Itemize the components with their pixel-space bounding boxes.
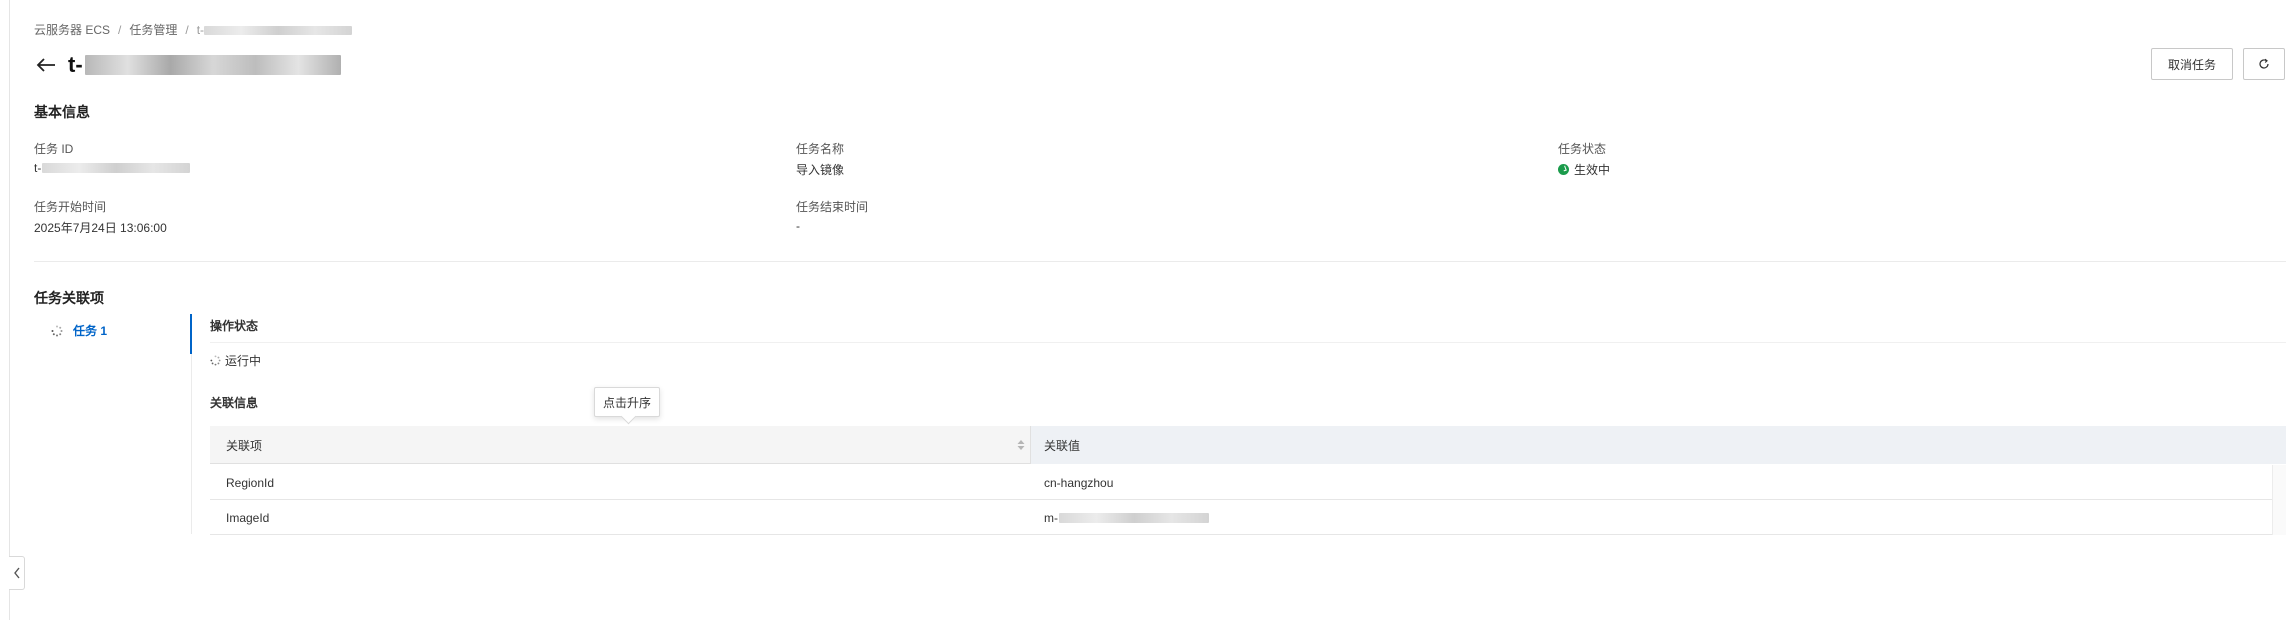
redacted-text: [42, 163, 191, 173]
collapse-sidebar-button[interactable]: [9, 556, 25, 590]
detail-border: [191, 354, 192, 534]
related-items-title: 任务关联项: [34, 290, 104, 306]
title-row: t-: [34, 50, 341, 80]
table-row: ImageId m-: [210, 500, 2272, 535]
status-active-icon: [1558, 164, 1569, 175]
task-status-label: 任务状态: [1558, 142, 1607, 156]
column-header-value: 关联值: [1044, 438, 1081, 453]
breadcrumb-current-prefix: t-: [196, 22, 205, 37]
page-title-prefix: t-: [68, 52, 83, 77]
table-header: 关联项 关联值: [210, 426, 2286, 464]
basic-info-title: 基本信息: [34, 104, 90, 120]
op-status-text: 运行中: [225, 354, 262, 368]
left-rail: [0, 0, 10, 620]
op-status-value: 运行中: [210, 352, 261, 369]
breadcrumb: 云服务器 ECS / 任务管理 / t-: [34, 21, 353, 38]
back-button[interactable]: [34, 53, 58, 77]
header-cell-bg: [1030, 426, 2286, 464]
row-key: RegionId: [226, 475, 275, 490]
refresh-icon: [2259, 58, 2269, 69]
table-row: RegionId cn-hangzhou: [210, 465, 2272, 500]
task-list: 任务 1: [34, 314, 192, 354]
op-status-label: 操作状态: [210, 319, 259, 333]
related-info-label: 关联信息: [210, 396, 259, 410]
active-task-indicator: [190, 314, 192, 354]
loading-spinner-icon: [210, 355, 221, 366]
task-id-value: t-: [34, 161, 191, 175]
op-status-divider: [210, 342, 2286, 343]
column-header-key[interactable]: 关联项: [226, 426, 1038, 464]
sort-icon[interactable]: [1016, 439, 1026, 451]
task-item-label: 任务 1: [73, 324, 108, 338]
table-scrollbar[interactable]: [2272, 465, 2286, 535]
cancel-task-button[interactable]: 取消任务: [2151, 48, 2233, 80]
task-item-1[interactable]: 任务 1: [51, 322, 107, 339]
breadcrumb-current-task: t-: [196, 22, 353, 37]
redacted-text: [1059, 512, 1209, 523]
sort-tooltip: 点击升序: [594, 387, 660, 417]
task-status-value: 生效中: [1558, 161, 1610, 178]
chevron-left-icon: [13, 567, 20, 579]
page-title: t-: [68, 52, 341, 78]
redacted-text: [204, 25, 353, 35]
task-id-prefix: t-: [34, 161, 42, 175]
task-id-label: 任务 ID: [34, 142, 74, 156]
loading-spinner-icon: [51, 325, 63, 336]
task-name-value: 导入镜像: [796, 163, 845, 177]
start-time-label: 任务开始时间: [34, 200, 107, 214]
breadcrumb-ecs[interactable]: 云服务器 ECS: [34, 21, 110, 38]
end-time-label: 任务结束时间: [796, 200, 869, 214]
refresh-button[interactable]: [2243, 48, 2285, 80]
arrow-left-icon: [36, 58, 55, 72]
breadcrumb-task-management[interactable]: 任务管理: [129, 21, 177, 38]
task-name-label: 任务名称: [796, 142, 845, 156]
breadcrumb-separator: /: [185, 22, 189, 37]
row-value-prefix: m-: [1044, 510, 1058, 525]
end-time-value: -: [796, 219, 800, 233]
task-status-text: 生效中: [1574, 163, 1611, 177]
start-time-value: 2025年7月24日 13:06:00: [34, 221, 167, 235]
row-value: m-: [1044, 500, 1209, 535]
row-value: cn-hangzhou: [1044, 475, 1114, 490]
breadcrumb-separator: /: [118, 22, 122, 37]
column-separator: [1030, 426, 1031, 464]
section-divider: [34, 261, 2286, 262]
redacted-text: [84, 55, 341, 75]
row-key: ImageId: [226, 510, 270, 525]
